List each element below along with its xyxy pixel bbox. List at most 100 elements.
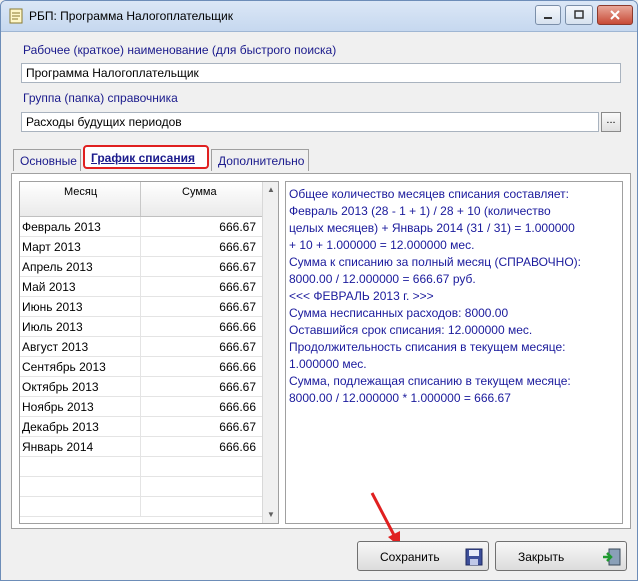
row-month: Июнь 2013 — [22, 300, 83, 314]
cell-separator — [140, 397, 141, 417]
document-icon — [9, 8, 23, 24]
info-line: Сумма несписанных расходов: 8000.00 — [289, 306, 509, 320]
row-sum: 666.67 — [219, 220, 256, 234]
row-sum: 666.67 — [219, 380, 256, 394]
cell-separator — [140, 257, 141, 277]
row-sum: 666.66 — [219, 440, 256, 454]
tab-dopolnitelno[interactable]: Дополнительно — [211, 149, 309, 171]
empty-row — [20, 477, 262, 497]
table-row[interactable]: Сентябрь 2013 666.66 — [20, 357, 262, 377]
cell-separator — [140, 377, 141, 397]
info-line: Продолжительность списания в текущем мес… — [289, 340, 566, 354]
info-line: + 10 + 1.000000 = 12.000000 мес. — [289, 238, 475, 252]
save-button-label: Сохранить — [380, 550, 440, 564]
info-line: 8000.00 / 12.000000 * 1.000000 = 666.67 — [289, 391, 511, 405]
info-line: целых месяцев) + Январь 2014 (31 / 31) =… — [289, 221, 575, 235]
scroll-down-icon[interactable]: ▼ — [263, 507, 278, 523]
minimize-icon — [544, 17, 552, 19]
row-month: Сентябрь 2013 — [22, 360, 106, 374]
tab-grafik-spisaniya[interactable]: График списания — [83, 145, 209, 169]
row-month: Октябрь 2013 — [22, 380, 99, 394]
info-line: Оставшийся срок списания: 12.000000 мес. — [289, 323, 533, 337]
maximize-icon — [574, 10, 584, 19]
cell-separator — [140, 437, 141, 457]
row-sum: 666.67 — [219, 340, 256, 354]
row-month: Декабрь 2013 — [22, 420, 99, 434]
info-line: Февраль 2013 (28 - 1 + 1) / 28 + 10 (кол… — [289, 204, 551, 218]
name-field[interactable]: Программа Налогоплательщик — [21, 63, 621, 83]
empty-row — [20, 457, 262, 477]
close-button[interactable]: Закрыть — [495, 541, 627, 571]
exit-door-icon — [603, 548, 621, 566]
table-row[interactable]: Январь 2014 666.66 — [20, 437, 262, 457]
row-month: Июль 2013 — [22, 320, 83, 334]
table-scrollbar[interactable]: ▲ ▼ — [262, 182, 278, 523]
row-sum: 666.66 — [219, 360, 256, 374]
save-icon — [465, 548, 483, 566]
table-row[interactable]: Ноябрь 2013 666.66 — [20, 397, 262, 417]
table-row[interactable]: Июль 2013 666.66 — [20, 317, 262, 337]
window-title: РБП: Программа Налогоплательщик — [29, 9, 233, 23]
scroll-up-icon[interactable]: ▲ — [263, 182, 278, 198]
close-window-button[interactable] — [597, 5, 633, 25]
row-sum: 666.67 — [219, 300, 256, 314]
row-month: Апрель 2013 — [22, 260, 93, 274]
cell-separator — [140, 237, 141, 257]
row-sum: 666.66 — [219, 400, 256, 414]
column-header-month[interactable]: Месяц — [64, 186, 97, 198]
cell-separator — [140, 217, 141, 237]
table-row[interactable]: Март 2013 666.67 — [20, 237, 262, 257]
table-row[interactable]: Декабрь 2013 666.67 — [20, 417, 262, 437]
close-button-label: Закрыть — [518, 550, 565, 564]
row-sum: 666.67 — [219, 240, 256, 254]
cell-separator — [140, 457, 141, 477]
row-sum: 666.67 — [219, 280, 256, 294]
cell-separator — [140, 277, 141, 297]
group-label: Группа (папка) справочника — [23, 91, 178, 105]
column-header-sum[interactable]: Сумма — [182, 186, 217, 198]
name-label: Рабочее (краткое) наименование (для быст… — [23, 43, 337, 57]
cell-separator — [140, 337, 141, 357]
row-month: Февраль 2013 — [22, 220, 101, 234]
info-line: <<< ФЕВРАЛЬ 2013 г. >>> — [289, 289, 434, 303]
main-window: РБП: Программа Налогоплательщик Рабочее … — [0, 0, 638, 581]
empty-row — [20, 497, 262, 517]
annotation-arrow-icon — [370, 492, 400, 547]
row-month: Май 2013 — [22, 280, 76, 294]
row-month: Март 2013 — [22, 240, 81, 254]
table-row[interactable]: Октябрь 2013 666.67 — [20, 377, 262, 397]
info-line: Общее количество месяцев списания состав… — [289, 187, 569, 201]
tab-osnovnye[interactable]: Основные — [13, 149, 81, 171]
row-month: Август 2013 — [22, 340, 89, 354]
schedule-table: Месяц Сумма Февраль 2013 666.67 Март 2013… — [19, 181, 279, 524]
cell-separator — [140, 417, 141, 437]
row-sum: 666.67 — [219, 420, 256, 434]
row-sum: 666.67 — [219, 260, 256, 274]
table-row[interactable]: Май 2013 666.67 — [20, 277, 262, 297]
group-field[interactable]: Расходы будущих периодов — [21, 112, 599, 132]
title-bar: РБП: Программа Налогоплательщик — [1, 1, 637, 32]
cell-separator — [140, 297, 141, 317]
cell-separator — [140, 317, 141, 337]
table-row[interactable]: Июнь 2013 666.67 — [20, 297, 262, 317]
row-sum: 666.66 — [219, 320, 256, 334]
minimize-button[interactable] — [535, 5, 561, 25]
table-row[interactable]: Февраль 2013 666.67 — [20, 217, 262, 237]
info-line: 8000.00 / 12.000000 = 666.67 руб. — [289, 272, 476, 286]
cell-separator — [140, 357, 141, 377]
cell-separator — [140, 497, 141, 517]
table-header: Месяц Сумма — [20, 182, 262, 217]
maximize-button[interactable] — [565, 5, 593, 25]
table-row[interactable]: Август 2013 666.67 — [20, 337, 262, 357]
row-month: Январь 2014 — [22, 440, 94, 454]
info-line: 1.000000 мес. — [289, 357, 367, 371]
calculation-info-panel: Общее количество месяцев списания состав… — [285, 181, 623, 524]
cell-separator — [140, 477, 141, 497]
table-row[interactable]: Апрель 2013 666.67 — [20, 257, 262, 277]
group-select-button[interactable]: ... — [601, 112, 621, 132]
info-line: Сумма к списанию за полный месяц (СПРАВО… — [289, 255, 581, 269]
info-line: Сумма, подлежащая списанию в текущем мес… — [289, 374, 571, 388]
close-icon — [610, 10, 620, 20]
save-button[interactable]: Сохранить — [357, 541, 489, 571]
table-body: Февраль 2013 666.67 Март 2013 666.67 Апрел… — [20, 217, 262, 517]
